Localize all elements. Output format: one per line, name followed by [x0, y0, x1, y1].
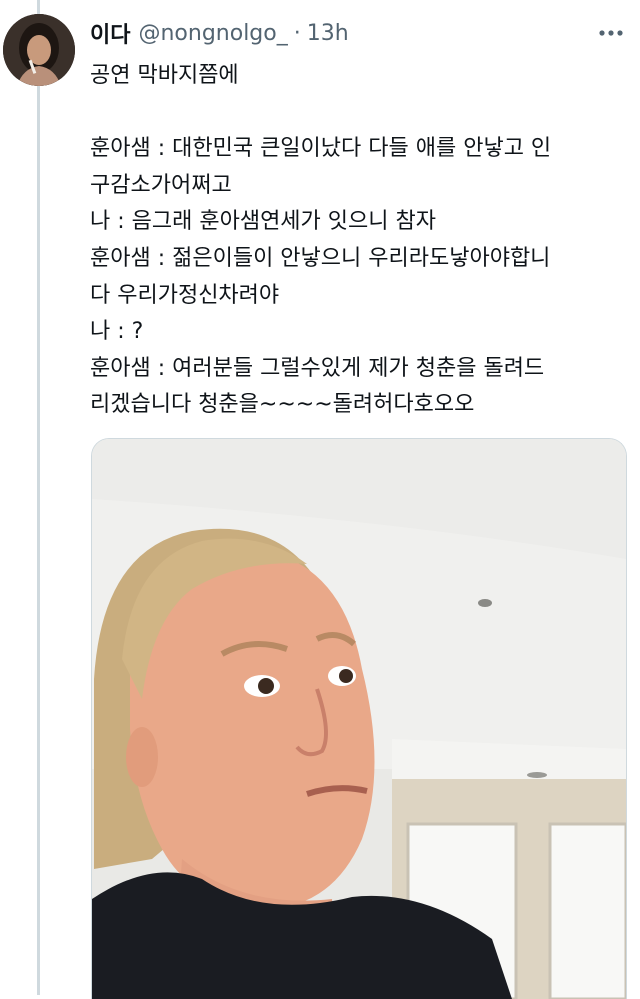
timestamp[interactable]: 13h	[307, 21, 349, 46]
tweet-text-line: 훈아샘 : 대한민국 큰일이났다 다들 애를 안낳고 인	[90, 136, 552, 162]
thread-connector-line	[37, 0, 40, 995]
tweet-header: 이다 @nongnolgo_ · 13h	[90, 16, 630, 50]
tweet-text-line: 나 : ?	[90, 319, 144, 345]
tweet-text-line	[90, 95, 625, 132]
tweet-text-line: 공연 막바지쯤에	[90, 63, 239, 88]
tweet-text-line: 구감소가어쩌고	[90, 172, 232, 198]
tweet-media-image[interactable]	[91, 438, 627, 999]
more-horizontal-icon[interactable]	[596, 20, 626, 46]
tweet-text-line: 다 우리가정신차려야	[90, 282, 280, 308]
tweet-text-line: 리겠습니다 청춘을~~~~돌려허다호오오	[90, 392, 475, 418]
tweet-text-line: 훈아샘 : 젊은이들이 안낳으니 우리라도낳아야합니	[90, 245, 551, 271]
tweet-text-line: 훈아샘 : 여러분들 그럴수있게 제가 청춘을 돌려드	[90, 355, 545, 381]
tweet-text: 공연 막바지쯤에 훈아샘 : 대한민국 큰일이났다 다들 애를 안낳고 인 구감…	[90, 58, 625, 424]
separator-dot: ·	[293, 20, 301, 46]
user-avatar[interactable]	[3, 14, 75, 86]
user-handle[interactable]: @nongnolgo_	[138, 21, 287, 46]
display-name[interactable]: 이다	[90, 17, 130, 49]
tweet-text-line: 나 : 음그래 훈아샘연세가 잇으니 참자	[90, 209, 436, 235]
